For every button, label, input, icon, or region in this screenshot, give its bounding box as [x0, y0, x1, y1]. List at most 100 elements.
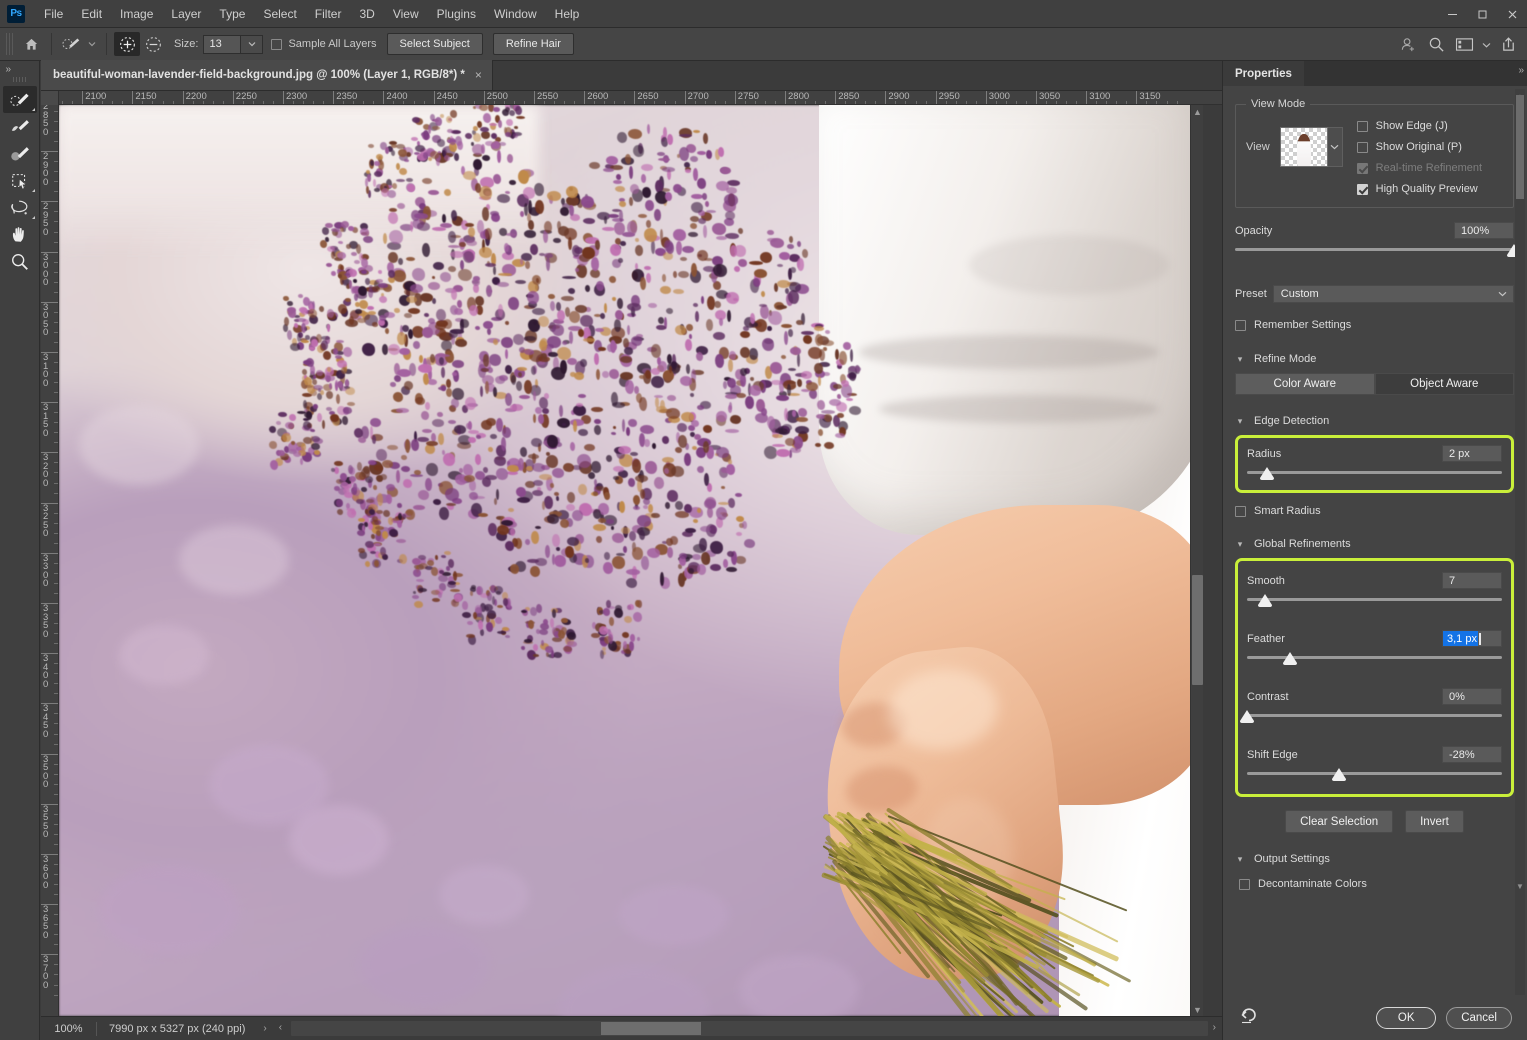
menu-type[interactable]: Type	[210, 3, 254, 25]
view-mode-chevron-down-icon[interactable]	[1328, 127, 1343, 167]
menu-image[interactable]: Image	[111, 3, 162, 25]
reset-arrow-icon[interactable]	[1239, 1006, 1259, 1029]
scroll-right-icon[interactable]: ›	[1207, 1022, 1222, 1033]
radius-slider[interactable]	[1247, 467, 1502, 481]
scroll-down-icon[interactable]: ▼	[1515, 879, 1525, 893]
refine-hair-button[interactable]: Refine Hair	[493, 33, 574, 55]
menu-view[interactable]: View	[384, 3, 428, 25]
subtract-from-selection-icon[interactable]	[140, 32, 166, 56]
slider-thumb[interactable]	[1258, 594, 1272, 605]
refine-mode-section-header[interactable]: ▾ Refine Mode	[1235, 353, 1514, 365]
cancel-button[interactable]: Cancel	[1446, 1007, 1512, 1029]
menu-file[interactable]: File	[35, 3, 72, 25]
checkbox-box[interactable]	[1235, 506, 1246, 517]
output-settings-section-header[interactable]: ▾ Output Settings	[1235, 853, 1514, 865]
minimize-button[interactable]	[1437, 0, 1467, 28]
status-expand-icon[interactable]: ›	[257, 1023, 272, 1034]
menu-window[interactable]: Window	[485, 3, 546, 25]
radius-value-input[interactable]: 2 px	[1442, 445, 1502, 462]
remember-settings-checkbox[interactable]: Remember Settings	[1235, 319, 1514, 331]
sidebar-item-hand-tool[interactable]	[3, 221, 37, 248]
sidebar-item-lasso-tool[interactable]	[3, 194, 37, 221]
decontaminate-colors-checkbox[interactable]: Decontaminate Colors	[1239, 878, 1514, 890]
edge-detection-section-header[interactable]: ▾ Edge Detection	[1235, 415, 1514, 427]
chevron-down-icon[interactable]: ▾	[1235, 539, 1245, 550]
brush-size-input[interactable]: 13	[203, 35, 241, 54]
chevron-down-icon[interactable]: ▾	[1235, 354, 1245, 365]
refine-brush-icon[interactable]	[59, 32, 85, 56]
chevron-down-icon[interactable]: ▾	[1235, 854, 1245, 865]
clear-selection-button[interactable]: Clear Selection	[1285, 810, 1393, 833]
image-canvas[interactable]: ▲ ▼	[59, 105, 1203, 1016]
ok-button[interactable]: OK	[1376, 1007, 1436, 1029]
sidebar-item-brush-tool[interactable]	[3, 140, 37, 167]
opacity-slider[interactable]	[1235, 244, 1514, 258]
maximize-button[interactable]	[1467, 0, 1497, 28]
menu-select[interactable]: Select	[254, 3, 305, 25]
horizontal-ruler[interactable]: 2050210021502200225023002350240024502500…	[41, 91, 1222, 105]
sidebar-item-quick-selection-brush-tool[interactable]	[3, 86, 37, 113]
workspace-chevron-down-icon[interactable]	[1479, 33, 1493, 57]
sidebar-item-zoom-tool[interactable]	[3, 248, 37, 275]
onion-skin-thumbnail[interactable]	[1280, 127, 1328, 167]
panel-collapse-icon[interactable]: »	[1518, 65, 1524, 76]
shift-edge-slider[interactable]	[1247, 768, 1502, 782]
checkbox-box[interactable]	[271, 39, 282, 50]
menu-3d[interactable]: 3D	[350, 3, 383, 25]
scroll-down-icon[interactable]: ▼	[1191, 1003, 1203, 1016]
vertical-ruler[interactable]: 2850 2900 2950 3000 3050 3100 3150 3200 3250 3300…	[41, 105, 59, 1016]
canvas-vertical-scrollbar[interactable]: ▲ ▼	[1190, 105, 1203, 1016]
close-icon[interactable]: ×	[475, 68, 482, 82]
slider-thumb[interactable]	[1260, 467, 1274, 478]
share-user-icon[interactable]	[1395, 33, 1421, 57]
slider-thumb[interactable]	[1240, 710, 1254, 721]
show-original-checkbox[interactable]: Show Original (P)	[1357, 141, 1503, 153]
slider-thumb[interactable]	[1283, 652, 1297, 663]
menu-layer[interactable]: Layer	[162, 3, 210, 25]
add-to-selection-icon[interactable]	[114, 32, 140, 56]
smooth-value-input[interactable]: 7	[1442, 572, 1502, 589]
smooth-slider[interactable]	[1247, 594, 1502, 608]
sample-all-layers-checkbox[interactable]: Sample All Layers	[271, 38, 376, 50]
menu-help[interactable]: Help	[546, 3, 589, 25]
menu-edit[interactable]: Edit	[72, 3, 111, 25]
scroll-thumb[interactable]	[1516, 95, 1524, 199]
scroll-left-icon[interactable]: ‹	[273, 1022, 288, 1033]
shift-edge-value-input[interactable]: -28%	[1442, 746, 1502, 763]
checkbox-box[interactable]	[1357, 184, 1368, 195]
export-icon[interactable]	[1495, 33, 1521, 57]
object-aware-button[interactable]: Object Aware	[1375, 373, 1515, 395]
show-edge-checkbox[interactable]: Show Edge (J)	[1357, 120, 1503, 132]
feather-value-input[interactable]: 3,1 px	[1442, 630, 1502, 647]
tool-preset-chevron-down-icon[interactable]	[85, 32, 99, 56]
checkbox-box[interactable]	[1239, 879, 1250, 890]
color-aware-button[interactable]: Color Aware	[1235, 373, 1375, 395]
scroll-thumb[interactable]	[1192, 575, 1203, 685]
properties-panel-scrollbar[interactable]: ▲ ▼	[1515, 89, 1525, 997]
smart-radius-checkbox[interactable]: Smart Radius	[1235, 505, 1514, 517]
home-icon[interactable]	[18, 32, 44, 56]
zoom-level[interactable]: 100%	[41, 1023, 96, 1035]
select-subject-button[interactable]: Select Subject	[387, 33, 483, 55]
contrast-value-input[interactable]: 0%	[1442, 688, 1502, 705]
checkbox-box[interactable]	[1357, 142, 1368, 153]
high-quality-preview-checkbox[interactable]: High Quality Preview	[1357, 183, 1503, 195]
brush-size-chevron-down-icon[interactable]	[241, 35, 263, 54]
sidebar-item-refine-edge-brush-tool[interactable]	[3, 113, 37, 140]
slider-thumb[interactable]	[1332, 768, 1346, 779]
checkbox-box[interactable]	[1357, 121, 1368, 132]
menu-filter[interactable]: Filter	[306, 3, 351, 25]
scroll-up-icon[interactable]: ▲	[1191, 105, 1203, 118]
tools-grip[interactable]	[13, 77, 27, 82]
chevron-down-icon[interactable]: ▾	[1235, 416, 1245, 427]
feather-slider[interactable]	[1247, 652, 1502, 666]
close-button[interactable]	[1497, 0, 1527, 28]
canvas-horizontal-scrollbar[interactable]	[291, 1021, 1208, 1036]
contrast-slider[interactable]	[1247, 710, 1502, 724]
document-tab[interactable]: beautiful-woman-lavender-field-backgroun…	[41, 60, 493, 90]
tab-properties[interactable]: Properties	[1223, 61, 1304, 86]
tools-collapse-icon[interactable]: »	[0, 61, 40, 77]
scroll-thumb[interactable]	[601, 1022, 701, 1035]
sidebar-item-object-selection-tool[interactable]	[3, 167, 37, 194]
invert-button[interactable]: Invert	[1405, 810, 1464, 833]
